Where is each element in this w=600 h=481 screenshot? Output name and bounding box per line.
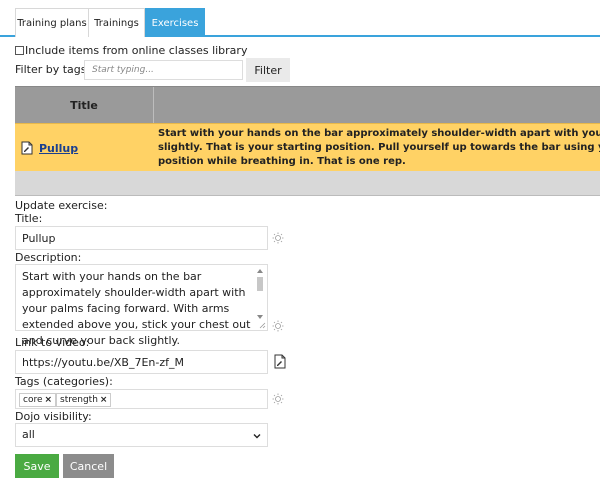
row-title-link[interactable]: Pullup	[39, 142, 78, 155]
row-title-cell: Pullup	[15, 124, 154, 172]
tab-bar: Training plans Trainings Exercises	[0, 0, 600, 37]
lightbulb-icon[interactable]	[272, 320, 284, 332]
edit-document-icon[interactable]	[274, 354, 286, 369]
edit-document-icon[interactable]	[21, 141, 33, 155]
tags-input[interactable]: core × strength ×	[15, 389, 268, 409]
tab-trainings[interactable]: Trainings	[88, 8, 145, 37]
tag-filter-input[interactable]	[84, 60, 243, 80]
lightbulb-icon[interactable]	[272, 232, 284, 244]
row-description-line: position while breathing in. That is one…	[158, 156, 406, 167]
video-label: Link to video:	[15, 336, 90, 349]
table-row[interactable]: Pullup Start with your hands on the bar …	[15, 123, 600, 171]
remove-tag-icon[interactable]: ×	[100, 395, 108, 405]
scroll-up-icon[interactable]	[257, 269, 263, 273]
scroll-down-icon[interactable]	[257, 315, 263, 319]
column-header-title[interactable]: Title	[15, 87, 154, 124]
tag-chip: core ×	[19, 393, 57, 407]
table-header: Title	[15, 86, 600, 124]
row-description-line: Start with your hands on the bar approxi…	[158, 128, 600, 139]
visibility-label: Dojo visibility:	[15, 410, 92, 423]
tag-chip-label: strength	[60, 395, 98, 405]
resize-handle-icon[interactable]	[258, 321, 266, 329]
tag-chip: strength ×	[56, 393, 112, 407]
title-input[interactable]	[15, 226, 268, 250]
include-library-checkbox[interactable]	[15, 45, 24, 55]
dojo-visibility-select[interactable]: all	[15, 423, 268, 447]
tags-label: Tags (categories):	[15, 375, 113, 388]
include-library-option[interactable]: Include items from online classes librar…	[15, 43, 247, 57]
table-footer	[15, 171, 600, 196]
scroll-thumb[interactable]	[257, 277, 263, 291]
tab-exercises[interactable]: Exercises	[145, 8, 205, 37]
title-label: Title:	[15, 212, 43, 225]
save-button[interactable]: Save	[15, 454, 59, 478]
visibility-selected-value: all	[22, 428, 35, 441]
lightbulb-icon[interactable]	[272, 393, 284, 405]
exercises-table: Title Pullup Start with your hands on th…	[15, 86, 600, 196]
include-library-label: Include items from online classes librar…	[25, 43, 248, 57]
description-textarea[interactable]: Start with your hands on the bar approxi…	[15, 264, 268, 347]
filter-button[interactable]: Filter	[246, 58, 290, 82]
tab-training-plans[interactable]: Training plans	[15, 8, 89, 37]
row-description-cell: Start with your hands on the bar approxi…	[158, 127, 600, 171]
description-scrollbar[interactable]	[255, 267, 265, 319]
cancel-button[interactable]: Cancel	[63, 454, 114, 478]
tag-chip-label: core	[23, 395, 43, 405]
form-heading: Update exercise:	[15, 199, 108, 212]
video-link-input[interactable]	[15, 350, 268, 374]
row-description-line: slightly. That is your starting position…	[158, 142, 600, 153]
chevron-down-icon	[253, 434, 261, 439]
description-label: Description:	[15, 251, 82, 264]
filter-label: Filter by tags:	[15, 63, 91, 76]
remove-tag-icon[interactable]: ×	[45, 395, 53, 405]
